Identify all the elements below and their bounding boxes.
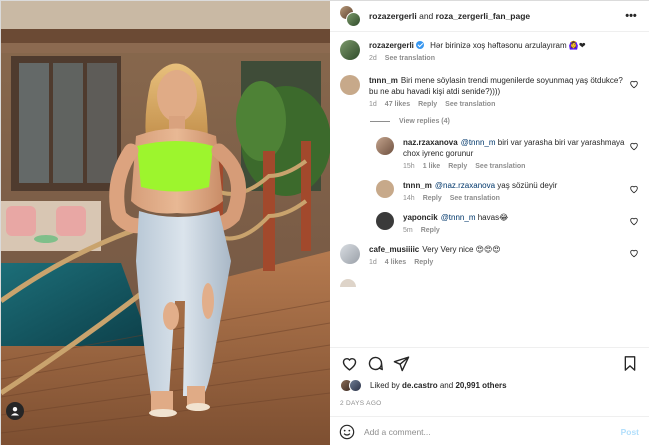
instagram-post-modal: rozazergerli and roza_zergerli_fan_page … — [0, 0, 649, 445]
see-translation-link[interactable]: See translation — [445, 101, 495, 108]
view-replies-label: View replies (4) — [399, 118, 450, 125]
authors-conjunction: and — [419, 11, 434, 21]
reply-meta: 5m Reply — [403, 227, 625, 234]
liker-avatars[interactable] — [340, 378, 366, 392]
post-photo[interactable] — [1, 1, 330, 445]
post-actions: Liked by de.castro and 20,991 others 2 D… — [330, 347, 649, 416]
post-timestamp[interactable]: 2 DAYS AGO — [340, 400, 639, 416]
commenter-username[interactable]: tnnn_m — [403, 181, 432, 190]
likes-count[interactable]: 20,991 others — [455, 381, 506, 390]
replies-divider — [370, 121, 390, 122]
reply-meta: 14h Reply See translation — [403, 195, 625, 202]
commenter-avatar[interactable] — [340, 244, 360, 264]
comment-body: Biri mene söylasin trendi mugenilerde so… — [369, 76, 623, 96]
caption-meta: 2d See translation — [369, 55, 625, 62]
reply-likes[interactable]: 1 like — [423, 163, 441, 170]
commenter-avatar[interactable] — [376, 212, 394, 230]
caption-username[interactable]: rozazergerli — [369, 41, 427, 50]
caption-age[interactable]: 2d — [369, 55, 377, 62]
reply-button[interactable]: Reply — [418, 101, 437, 108]
see-translation-link[interactable]: See translation — [450, 195, 500, 202]
reply: naz.rzaxanova @tnnn_m biri var yarasha bi… — [376, 137, 639, 170]
verified-badge-icon — [416, 41, 425, 49]
bookmark-icon[interactable] — [621, 354, 639, 372]
see-translation-link[interactable]: See translation — [385, 55, 435, 62]
action-buttons — [340, 348, 639, 378]
likes-prefix: Liked by — [370, 380, 400, 390]
comment-meta: 1d 4 likes Reply — [369, 259, 625, 266]
caption-text: rozazergerli Hər birinizə xoş həftəsonu … — [369, 40, 625, 51]
view-replies-button[interactable]: View replies (4) — [370, 118, 639, 125]
coauthor-avatar — [346, 12, 361, 27]
more-horizontal-icon[interactable]: ••• — [623, 10, 639, 22]
caption-body: Hər birinizə xoş həftəsonu arzulayıram 🙆… — [430, 41, 586, 50]
comment-bubble-icon[interactable] — [366, 354, 384, 372]
commenter-avatar[interactable] — [376, 180, 394, 198]
post-authors: rozazergerli and roza_zergerli_fan_page — [369, 11, 623, 21]
smiley-icon[interactable] — [339, 424, 355, 440]
reply-text: naz.rzaxanova @tnnn_m biri var yarasha bi… — [403, 137, 625, 159]
post-comment-button[interactable]: Post — [621, 427, 639, 437]
comment-meta: 1d 47 likes Reply See translation — [369, 101, 625, 108]
reply: yaponcik @tnnn_m havas😂 5m Reply — [376, 212, 639, 234]
user-tag-icon[interactable] — [6, 402, 24, 420]
reply-button[interactable]: Reply — [414, 259, 433, 266]
photo-illustration — [1, 1, 330, 445]
comment-text: cafe_musiiiic Very Very nice 😍😍😍 — [369, 244, 625, 255]
next-comment-partial — [340, 279, 639, 287]
reply: tnnn_m @naz.rzaxanova yaş sözünü deyir 14… — [376, 180, 639, 202]
comment-age[interactable]: 1d — [369, 259, 377, 266]
likes-conjunction: and — [439, 380, 454, 390]
comment-likes[interactable]: 4 likes — [385, 259, 406, 266]
post-header: rozazergerli and roza_zergerli_fan_page … — [330, 1, 649, 32]
paper-plane-icon[interactable] — [392, 354, 410, 372]
commenter-avatar[interactable] — [340, 75, 360, 95]
author-avatars[interactable] — [339, 5, 361, 27]
comment: tnnn_m Biri mene söylasin trendi mugenile… — [340, 75, 639, 108]
replies-list: naz.rzaxanova @tnnn_m biri var yarasha bi… — [376, 137, 639, 234]
comment-input[interactable] — [364, 426, 621, 437]
reply-body: yaş sözünü deyir — [497, 181, 558, 190]
heart-icon[interactable] — [340, 354, 358, 372]
reply-text: tnnn_m @naz.rzaxanova yaş sözünü deyir — [403, 180, 625, 191]
reply-meta: 15h 1 like Reply See translation — [403, 163, 625, 170]
reply-age[interactable]: 14h — [403, 195, 415, 202]
see-translation-link[interactable]: See translation — [475, 163, 525, 170]
comment-likes[interactable]: 47 likes — [385, 101, 410, 108]
coauthor-username[interactable]: roza_zergerli_fan_page — [436, 11, 530, 21]
comment: cafe_musiiiic Very Very nice 😍😍😍 1d 4 lik… — [340, 244, 639, 266]
comment-age[interactable]: 1d — [369, 101, 377, 108]
heart-icon[interactable] — [629, 216, 639, 226]
heart-icon[interactable] — [629, 79, 639, 89]
heart-icon[interactable] — [629, 184, 639, 194]
comment-body: Very Very nice 😍😍😍 — [422, 245, 501, 254]
post-details-panel: rozazergerli and roza_zergerli_fan_page … — [330, 1, 649, 445]
mention-link[interactable]: @tnnn_m — [441, 213, 476, 222]
reply-button[interactable]: Reply — [448, 163, 467, 170]
commenter-username[interactable]: yaponcik — [403, 213, 438, 222]
reply-text: yaponcik @tnnn_m havas😂 — [403, 212, 625, 223]
commenter-avatar[interactable] — [376, 137, 394, 155]
commenter-username[interactable]: tnnn_m — [369, 76, 398, 85]
reply-button[interactable]: Reply — [421, 227, 440, 234]
reply-age[interactable]: 5m — [403, 227, 413, 234]
liker-username[interactable]: de.castro — [402, 381, 438, 390]
reply-body: havas😂 — [477, 213, 509, 222]
comment-text: tnnn_m Biri mene söylasin trendi mugenile… — [369, 75, 625, 97]
commenter-avatar — [340, 279, 356, 287]
comments-list[interactable]: rozazergerli Hər birinizə xoş həftəsonu … — [330, 32, 649, 347]
reply-age[interactable]: 15h — [403, 163, 415, 170]
heart-icon[interactable] — [629, 141, 639, 151]
likes-summary: Liked by de.castro and 20,991 others — [340, 378, 639, 392]
heart-icon[interactable] — [629, 248, 639, 258]
author-avatar[interactable] — [340, 40, 360, 60]
author-username[interactable]: rozazergerli — [369, 11, 417, 21]
commenter-username[interactable]: cafe_musiiiic — [369, 245, 419, 254]
add-comment-bar: Post — [330, 416, 649, 445]
commenter-username[interactable]: naz.rzaxanova — [403, 138, 458, 147]
reply-button[interactable]: Reply — [423, 195, 442, 202]
mention-link[interactable]: @tnnn_m — [461, 138, 496, 147]
caption: rozazergerli Hər birinizə xoş həftəsonu … — [340, 40, 639, 62]
mention-link[interactable]: @naz.rzaxanova — [435, 181, 495, 190]
